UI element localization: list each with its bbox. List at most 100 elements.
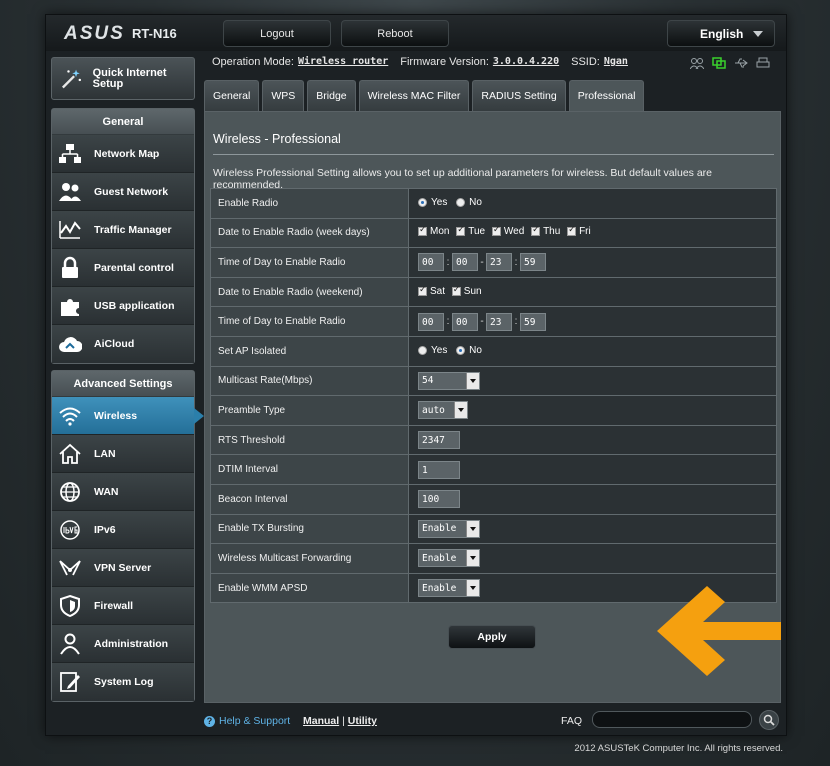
- sidebar-item-parental-control[interactable]: Parental control: [52, 249, 194, 287]
- sidebar-item-firewall[interactable]: Firewall: [52, 587, 194, 625]
- weekend-end-hour-input[interactable]: 23: [486, 312, 512, 331]
- puzzle-icon: [61, 298, 79, 316]
- help-support-link[interactable]: ? Help & Support: [204, 715, 290, 727]
- sidebar-item-label: USB application: [94, 299, 175, 312]
- ap-isolated-yes[interactable]: Yes: [418, 345, 447, 356]
- faq-search-input[interactable]: [592, 711, 752, 728]
- sidebar-item-lan[interactable]: LAN: [52, 435, 194, 473]
- magic-wand-icon: [61, 69, 82, 88]
- tx-bursting-select[interactable]: Enable: [418, 519, 480, 538]
- setting-label: Time of Day to Enable Radio: [210, 247, 409, 278]
- multicast-rate-select[interactable]: 54: [418, 371, 480, 390]
- users-icon: [59, 182, 81, 201]
- manual-link[interactable]: Manual: [303, 715, 339, 727]
- admin-user-icon: [60, 633, 80, 655]
- sidebar-item-traffic-manager[interactable]: Traffic Manager: [52, 211, 194, 249]
- sidebar-item-label: Administration: [94, 637, 169, 650]
- reboot-button[interactable]: Reboot: [341, 20, 449, 47]
- ssid-link[interactable]: Ngan: [604, 56, 628, 68]
- sidebar-item-label: AiCloud: [94, 338, 135, 350]
- status-line: Operation Mode: Wireless router Firmware…: [212, 56, 636, 68]
- weekday-checkbox-fri[interactable]: Fri: [567, 225, 591, 237]
- preamble-type-select[interactable]: auto: [418, 401, 468, 420]
- table-row: Wireless Multicast Forwarding Enable: [210, 543, 777, 574]
- apply-button[interactable]: Apply: [448, 625, 536, 649]
- weekday-end-hour-input[interactable]: 23: [486, 253, 512, 272]
- beacon-interval-input[interactable]: 100: [418, 490, 460, 509]
- tab-professional[interactable]: Professional: [568, 80, 645, 111]
- weekday-checkbox-wed[interactable]: Wed: [491, 225, 524, 237]
- weekend-start-hour-input[interactable]: 00: [418, 312, 444, 331]
- table-row: Enable Radio Yes No: [210, 188, 777, 219]
- select-value: auto: [422, 404, 445, 416]
- weekend-checkbox-sun[interactable]: Sun: [451, 285, 482, 297]
- sidebar-item-ipv6[interactable]: IPv6: [52, 511, 194, 549]
- sidebar-item-label: Firewall: [94, 599, 134, 612]
- firmware-link[interactable]: 3.0.0.4.220: [493, 56, 559, 68]
- enable-radio-yes[interactable]: Yes: [418, 197, 447, 208]
- enable-radio-no[interactable]: No: [456, 197, 482, 208]
- radio-label: No: [469, 196, 482, 208]
- weekday-end-minute-input[interactable]: 59: [520, 253, 546, 272]
- sidebar-item-system-log[interactable]: System Log: [52, 663, 194, 701]
- sidebar-item-guest-network[interactable]: Guest Network: [52, 173, 194, 211]
- logout-button[interactable]: Logout: [223, 20, 331, 47]
- utility-link[interactable]: Utility: [348, 715, 377, 727]
- setting-label: Wireless Multicast Forwarding: [210, 543, 409, 574]
- weekend-end-minute-input[interactable]: 59: [520, 312, 546, 331]
- page-title: Wireless - Professional: [213, 132, 341, 146]
- table-row: Preamble Type auto: [210, 395, 777, 426]
- setting-label: Date to Enable Radio (week days): [210, 217, 409, 249]
- lock-icon: [62, 256, 78, 278]
- op-mode-link[interactable]: Wireless router: [298, 56, 388, 68]
- network-status-icon[interactable]: [712, 56, 726, 69]
- traffic-chart-icon: [59, 220, 81, 239]
- general-panel: General Network Map Guest Network Traffi…: [51, 108, 195, 364]
- sidebar-item-label: IPv6: [94, 523, 116, 536]
- weekday-checkbox-mon[interactable]: Mon: [418, 225, 449, 237]
- rts-threshold-input[interactable]: 2347: [418, 431, 460, 450]
- usb-icon[interactable]: [734, 56, 748, 68]
- sidebar-item-vpn-server[interactable]: VPN Server: [52, 549, 194, 587]
- weekday-checkbox-thu[interactable]: Thu: [531, 225, 560, 237]
- clients-icon[interactable]: [689, 56, 705, 70]
- tab-bridge[interactable]: Bridge: [307, 80, 356, 111]
- footer: ? Help & Support Manual | Utility FAQ: [204, 709, 784, 735]
- radio-label: No: [469, 344, 482, 356]
- dtim-interval-input[interactable]: 1: [418, 460, 460, 479]
- advanced-heading: Advanced Settings: [52, 371, 194, 397]
- checkbox-checked-icon: [531, 225, 541, 237]
- select-value: Enable: [422, 552, 457, 564]
- ipv6-globe-icon: [60, 519, 80, 540]
- weekday-start-hour-input[interactable]: 00: [418, 253, 444, 272]
- faq-search-button[interactable]: [759, 710, 779, 730]
- radio-label: Yes: [431, 196, 448, 208]
- tab-wireless-mac-filter[interactable]: Wireless MAC Filter: [358, 80, 470, 111]
- sidebar-item-wireless[interactable]: Wireless: [52, 397, 204, 435]
- weekend-start-minute-input[interactable]: 00: [452, 312, 478, 331]
- sidebar-item-administration[interactable]: Administration: [52, 625, 194, 663]
- tab-general[interactable]: General: [204, 80, 260, 111]
- weekday-start-minute-input[interactable]: 00: [452, 253, 478, 272]
- printer-icon[interactable]: [756, 56, 770, 68]
- setting-label: Set AP Isolated: [210, 335, 409, 367]
- table-row: DTIM Interval 1: [210, 454, 777, 485]
- ap-isolated-no[interactable]: No: [456, 345, 482, 356]
- sidebar-item-usb-application[interactable]: USB application: [52, 287, 194, 325]
- tab-wps[interactable]: WPS: [262, 80, 305, 111]
- sidebar-item-label: VPN Server: [94, 561, 152, 574]
- chevron-down-icon: [466, 372, 479, 389]
- sidebar-item-aicloud[interactable]: AiCloud: [52, 325, 194, 363]
- weekday-checkbox-tue[interactable]: Tue: [456, 225, 485, 237]
- wmm-apsd-select[interactable]: Enable: [418, 579, 480, 598]
- language-select[interactable]: English: [667, 20, 775, 47]
- link-divider: |: [342, 715, 345, 727]
- quick-internet-setup-button[interactable]: Quick Internet Setup: [51, 57, 195, 100]
- weekend-checkbox-sat[interactable]: Sat: [418, 285, 445, 297]
- content-panel: Wireless - Professional Wireless Profess…: [204, 111, 781, 703]
- sidebar-item-wan[interactable]: WAN: [52, 473, 194, 511]
- multicast-forwarding-select[interactable]: Enable: [418, 549, 480, 568]
- sidebar-item-network-map[interactable]: Network Map: [52, 135, 194, 173]
- tab-radius-setting[interactable]: RADIUS Setting: [472, 80, 566, 111]
- table-row: RTS Threshold 2347: [210, 424, 777, 456]
